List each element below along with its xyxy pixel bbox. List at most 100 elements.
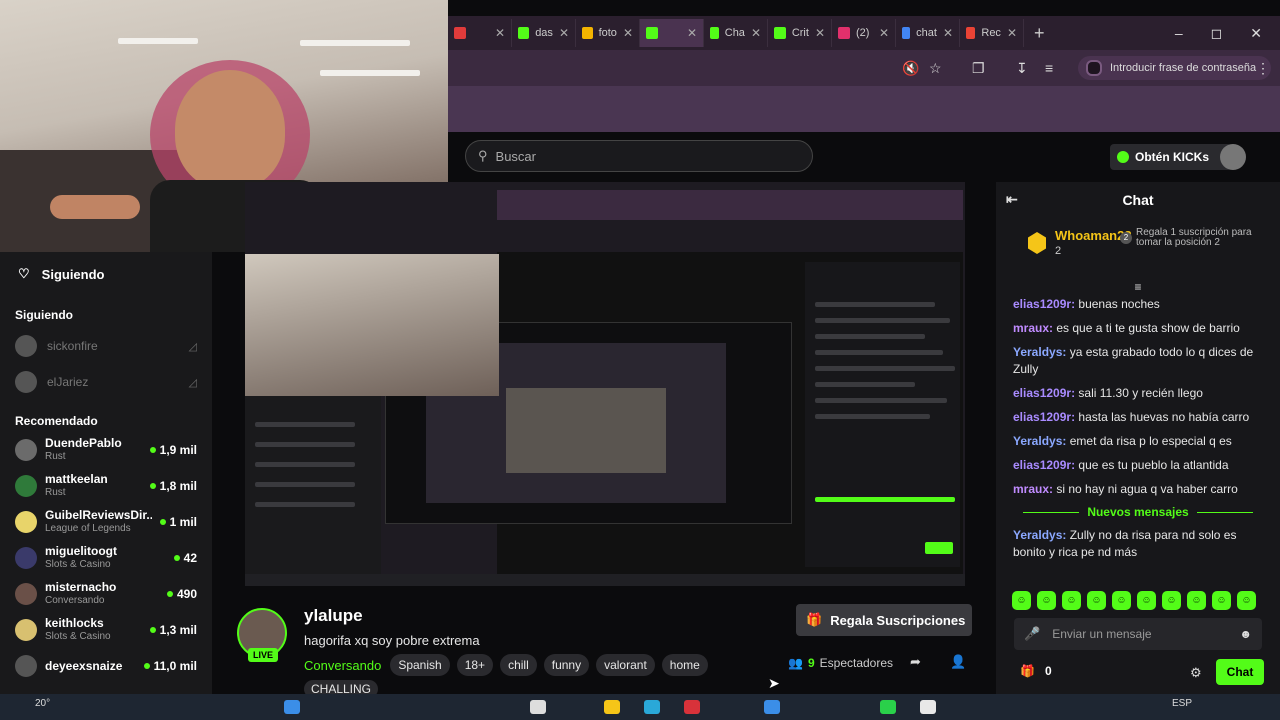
emote-icon[interactable]: ☺ xyxy=(1187,591,1206,610)
close-icon[interactable]: ✕ xyxy=(1250,25,1262,42)
media-queue-icon[interactable]: ≡ xyxy=(1045,60,1053,76)
emote-icon[interactable]: ☺ xyxy=(1062,591,1081,610)
stream-tag[interactable]: funny xyxy=(543,654,590,676)
video-player[interactable] xyxy=(245,182,965,586)
chat-username[interactable]: elias1209r xyxy=(1013,386,1071,400)
menu-kebab-icon[interactable]: ⋮ xyxy=(1256,60,1270,77)
recommended-channel[interactable]: keithlocks Slots & Casino 1,3 mil xyxy=(0,612,212,648)
follow-user-icon[interactable]: 👤 xyxy=(950,654,966,670)
edge-icon[interactable] xyxy=(644,700,660,714)
recommended-channel[interactable]: mattkeelan Rust 1,8 mil xyxy=(0,468,212,504)
chat-settings-icon[interactable]: ⚙ xyxy=(1190,665,1202,681)
get-kicks-button[interactable]: Obtén KICKs xyxy=(1110,144,1232,170)
browser-tab[interactable]: das ✕ xyxy=(512,19,576,47)
channel-name[interactable]: ylalupe xyxy=(304,606,363,626)
emote-icon[interactable]: ☺ xyxy=(1162,591,1181,610)
twitter-icon[interactable] xyxy=(764,700,780,714)
weather-temperature[interactable]: 20° xyxy=(35,698,50,709)
language-indicator[interactable]: ESP xyxy=(1172,698,1192,709)
whatsapp-icon[interactable] xyxy=(880,700,896,714)
viewers-number: 9 xyxy=(807,656,815,670)
emote-icon[interactable]: ☺ xyxy=(1137,591,1156,610)
browser-tab[interactable]: foto ✕ xyxy=(576,19,640,47)
collapse-chat-icon[interactable]: ⇤ xyxy=(1006,191,1018,208)
chat-username[interactable]: Yeraldys xyxy=(1013,528,1062,542)
new-messages-divider[interactable]: Nuevos mensajes xyxy=(1013,505,1263,519)
chat-username[interactable]: elias1209r xyxy=(1013,410,1071,424)
recommended-channel[interactable]: misternacho Conversando 490 xyxy=(0,576,212,612)
tab-close-icon[interactable]: ✕ xyxy=(623,26,633,40)
emote-icon[interactable]: ☺ xyxy=(1087,591,1106,610)
tab-label: (2) xyxy=(856,27,870,39)
emoji-icon[interactable]: ☻ xyxy=(1239,627,1252,641)
tab-close-icon[interactable]: ✕ xyxy=(559,26,569,40)
browser-tab[interactable]: (2) ✕ xyxy=(832,19,896,47)
share-icon[interactable]: ➦ xyxy=(910,654,921,670)
tab-close-icon[interactable]: ✕ xyxy=(879,26,889,40)
chat-username[interactable]: mraux xyxy=(1013,321,1049,335)
tab-close-icon[interactable]: ✕ xyxy=(1007,26,1017,40)
expand-leaderboard-icon[interactable]: ≡ xyxy=(996,280,1280,296)
emote-icon[interactable]: ☺ xyxy=(1012,591,1031,610)
tab-close-icon[interactable]: ✕ xyxy=(815,26,825,40)
browser-tab[interactable]: ✕ xyxy=(640,19,704,47)
stream-tag[interactable]: valorant xyxy=(596,654,655,676)
points-value: 0 xyxy=(1044,664,1052,678)
chat-message: elias1209r: hasta las huevas no había ca… xyxy=(1013,410,1250,424)
app-icon[interactable] xyxy=(684,700,700,714)
channel-points[interactable]: 🎁 0 xyxy=(1020,664,1052,678)
bookmark-star-icon[interactable]: ☆ xyxy=(929,60,942,77)
media-muted-icon[interactable]: 🔇 xyxy=(902,60,919,77)
chat-input[interactable]: 🎤 Enviar un mensaje ☻ xyxy=(1014,618,1262,650)
new-tab-button[interactable]: + xyxy=(1024,23,1055,44)
browser-tab[interactable]: ✕ xyxy=(448,19,512,47)
start-icon[interactable] xyxy=(284,700,300,714)
user-avatar[interactable] xyxy=(1220,144,1246,170)
explorer-icon[interactable] xyxy=(604,700,620,714)
gift-subs-button[interactable]: 🎁 Regala Suscripciones xyxy=(796,604,972,636)
gift-leaderboard[interactable]: Whoaman22 2 Regala 1 suscripción para to… xyxy=(996,218,1280,280)
sidebar-header: ♡ Siguiendo xyxy=(0,252,212,296)
tab-close-icon[interactable]: ✕ xyxy=(943,26,953,40)
emote-icon[interactable]: ☺ xyxy=(1237,591,1256,610)
browser-tab[interactable]: chat ✕ xyxy=(896,19,960,47)
tab-favicon-icon xyxy=(518,27,530,39)
recommended-channel[interactable]: deyeexsnaize 11,0 mil xyxy=(0,648,212,684)
download-icon[interactable]: ↧ xyxy=(1016,60,1028,77)
tab-close-icon[interactable]: ✕ xyxy=(687,26,697,40)
chat-username[interactable]: Yeraldys xyxy=(1013,434,1062,448)
browser-tab[interactable]: Rec ✕ xyxy=(960,19,1024,47)
recommended-channel[interactable]: GuibelReviewsDir... League of Legends 1 mi… xyxy=(0,504,212,540)
chat-username[interactable]: Yeraldys xyxy=(1013,345,1062,359)
stream-tag[interactable]: Spanish xyxy=(390,654,450,676)
tab-close-icon[interactable]: ✕ xyxy=(495,26,505,40)
browser-tab-strip: ✕ das ✕ foto ✕ ✕ Cha ✕ Crit ✕ (2) ✕ chat ✕ Rec ✕ + – ◻ ✕ xyxy=(448,16,1280,50)
search-input[interactable]: ⚲ Buscar xyxy=(465,140,813,172)
tab-close-icon[interactable]: ✕ xyxy=(751,26,761,40)
browser-tab[interactable]: Cha ✕ xyxy=(704,19,768,47)
chat-send-button[interactable]: Chat xyxy=(1216,659,1264,685)
stream-tag[interactable]: home xyxy=(661,654,708,676)
maximize-icon[interactable]: ◻ xyxy=(1211,25,1223,42)
stream-tag[interactable]: chill xyxy=(500,654,537,676)
browser-tab[interactable]: Crit ✕ xyxy=(768,19,832,47)
minimize-icon[interactable]: – xyxy=(1175,25,1183,41)
recommended-channel[interactable]: miguelitoogt Slots & Casino 42 xyxy=(0,540,212,576)
chat-username[interactable]: mraux xyxy=(1013,482,1049,496)
stream-tag[interactable]: 18+ xyxy=(456,654,494,676)
heart-icon[interactable]: ♡ xyxy=(18,266,30,282)
following-channel[interactable]: sickonfire ◿ xyxy=(0,328,212,364)
following-channel[interactable]: elJariez ◿ xyxy=(0,364,212,400)
chrome-icon[interactable] xyxy=(920,700,936,714)
microphone-icon[interactable]: 🎤 xyxy=(1024,626,1040,642)
file-icon[interactable] xyxy=(530,700,546,714)
password-prompt[interactable]: Introducir frase de contraseña xyxy=(1078,56,1271,80)
emote-icon[interactable]: ☺ xyxy=(1037,591,1056,610)
emote-icon[interactable]: ☺ xyxy=(1112,591,1131,610)
chat-username[interactable]: elias1209r xyxy=(1013,458,1071,472)
emote-icon[interactable]: ☺ xyxy=(1212,591,1231,610)
recommended-channel[interactable]: DuendePablo Rust 1,9 mil xyxy=(0,432,212,468)
chat-username[interactable]: elias1209r xyxy=(1013,297,1071,311)
stream-category[interactable]: Conversando xyxy=(304,658,381,673)
extensions-icon[interactable]: ❐ xyxy=(972,60,985,77)
